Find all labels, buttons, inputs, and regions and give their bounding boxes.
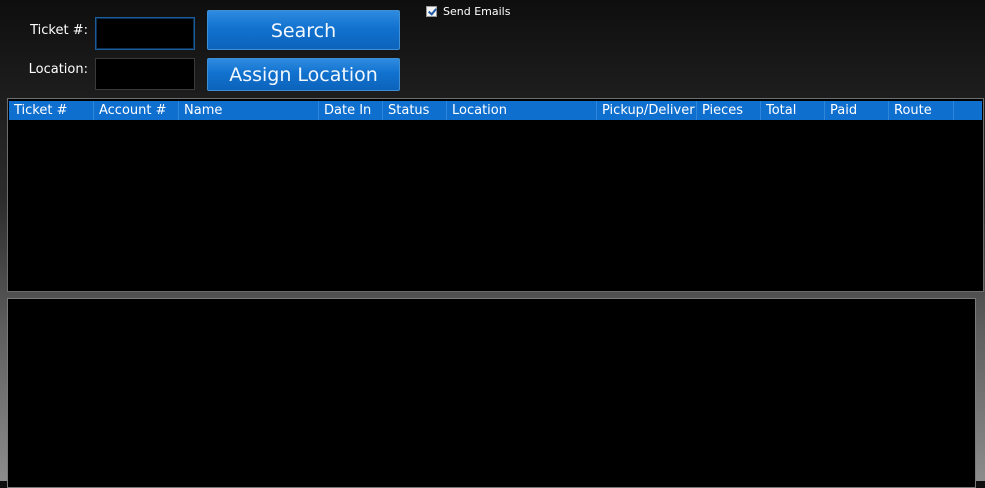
column-header-ticket[interactable]: Ticket # — [9, 101, 94, 120]
column-header-route[interactable]: Route — [889, 101, 954, 120]
location-label: Location: — [28, 62, 88, 77]
detail-panel[interactable] — [7, 298, 976, 488]
column-header-account[interactable]: Account # — [94, 101, 179, 120]
column-header-date-in[interactable]: Date In — [319, 101, 383, 120]
grid-header: Ticket # Account # Name Date In Status L… — [9, 101, 982, 120]
location-input[interactable] — [95, 58, 195, 90]
column-header-name[interactable]: Name — [179, 101, 319, 120]
ticket-number-label: Ticket #: — [30, 23, 88, 38]
column-header-pieces[interactable]: Pieces — [697, 101, 761, 120]
header-scroll-spacer — [954, 101, 982, 120]
column-header-pickup-deliver[interactable]: Pickup/Deliver — [597, 101, 697, 120]
ticket-number-input[interactable] — [95, 17, 195, 50]
column-header-status[interactable]: Status — [383, 101, 447, 120]
search-button[interactable]: Search — [207, 10, 400, 50]
column-header-total[interactable]: Total — [761, 101, 825, 120]
assign-location-button[interactable]: Assign Location — [207, 58, 400, 91]
column-header-paid[interactable]: Paid — [825, 101, 889, 120]
column-header-location[interactable]: Location — [447, 101, 597, 120]
send-emails-checkbox[interactable] — [426, 6, 437, 17]
send-emails-option[interactable]: Send Emails — [426, 5, 510, 18]
send-emails-label: Send Emails — [443, 5, 511, 18]
tickets-grid[interactable]: Ticket # Account # Name Date In Status L… — [7, 98, 984, 292]
